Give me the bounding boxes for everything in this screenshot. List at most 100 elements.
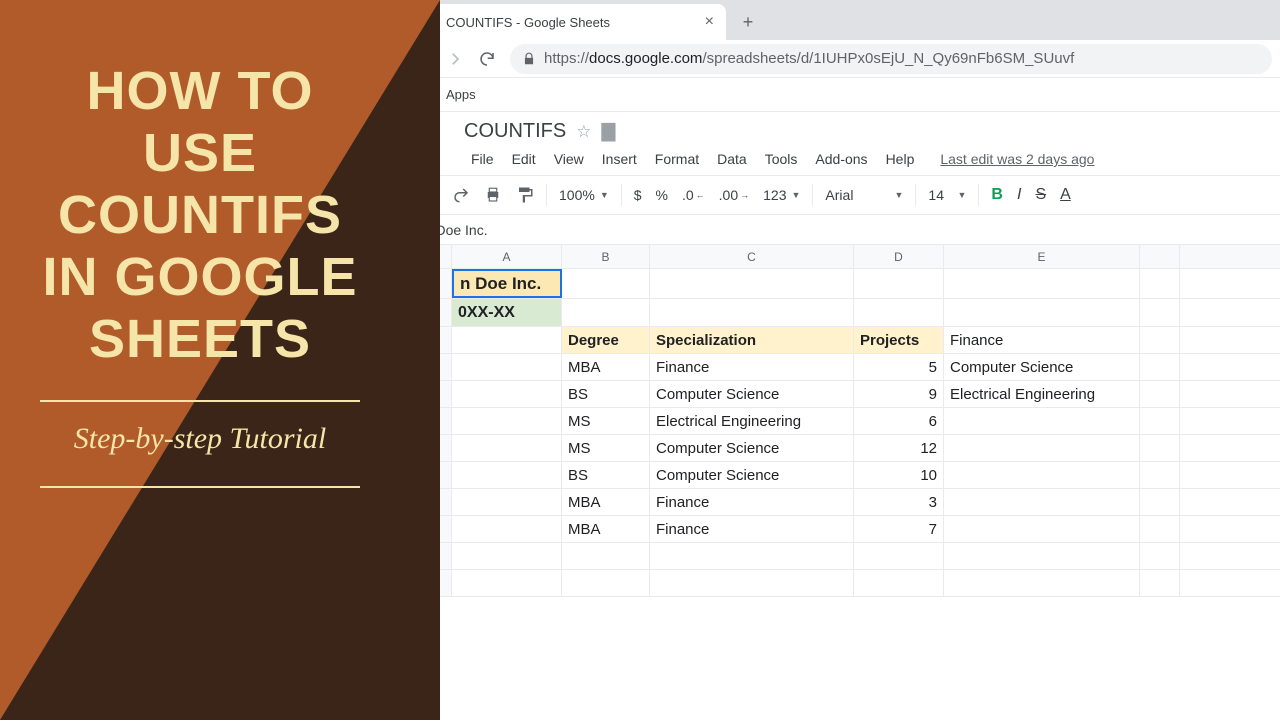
menu-addons[interactable]: Add-ons [808,147,874,171]
address-bar[interactable]: https://docs.google.com/spreadsheets/d/1… [510,44,1272,74]
cell[interactable] [452,462,562,488]
close-tab-icon[interactable]: × [705,13,714,31]
cell[interactable]: MBA [562,489,650,515]
menu-data[interactable]: Data [710,147,754,171]
col-header-f[interactable] [1140,245,1180,268]
cell[interactable] [854,570,944,596]
cell[interactable]: 9 [854,381,944,407]
bold-button[interactable]: B [985,182,1009,208]
text-color-button[interactable]: A [1054,182,1077,208]
cell[interactable]: 6 [854,408,944,434]
cell[interactable] [944,269,1140,298]
cell[interactable]: Finance [650,354,854,380]
cell[interactable]: Specialization [650,327,854,353]
new-tab-button[interactable]: + [734,8,762,36]
increase-decimal-button[interactable]: .00→ [713,183,755,207]
cell[interactable]: Degree [562,327,650,353]
star-icon[interactable]: ☆ [576,122,591,142]
cell[interactable] [562,543,650,569]
menu-insert[interactable]: Insert [595,147,644,171]
cell[interactable]: Finance [650,489,854,515]
cell[interactable] [854,269,944,298]
last-edit-link[interactable]: Last edit was 2 days ago [933,147,1101,171]
menu-help[interactable]: Help [879,147,922,171]
font-dropdown[interactable]: Arial▼ [819,183,909,207]
paint-format-button[interactable] [510,182,540,208]
cell[interactable]: MBA [562,516,650,542]
cell[interactable] [650,299,854,326]
bookmark-apps[interactable]: Apps [446,87,476,102]
menu-file[interactable]: File [464,147,501,171]
cell[interactable] [944,489,1140,515]
browser-tab[interactable]: COUNTIFS - Google Sheets × [410,4,726,40]
cell[interactable] [1140,435,1180,461]
document-title[interactable]: COUNTIFS [464,120,566,143]
folder-icon[interactable]: ▇ [601,121,615,142]
print-button[interactable] [478,182,508,208]
decrease-decimal-button[interactable]: .0← [676,183,711,207]
reload-button[interactable] [478,50,496,68]
cell[interactable] [562,570,650,596]
cell[interactable] [452,516,562,542]
col-header-a[interactable]: A [452,245,562,268]
spreadsheet-grid[interactable]: A B C D E n Doe Inc. 0XX-XX [406,245,1280,597]
cell[interactable] [1140,408,1180,434]
cell[interactable] [854,543,944,569]
cell[interactable] [1140,269,1180,298]
cell[interactable] [452,543,562,569]
cell[interactable]: 10 [854,462,944,488]
cell[interactable] [1140,327,1180,353]
formula-bar[interactable]: hn Doe Inc. [406,215,1280,245]
cell[interactable] [452,489,562,515]
cell[interactable] [944,435,1140,461]
menu-edit[interactable]: Edit [505,147,543,171]
cell[interactable]: Computer Science [650,381,854,407]
cell[interactable] [562,299,650,326]
cell[interactable] [452,354,562,380]
menu-format[interactable]: Format [648,147,706,171]
zoom-dropdown[interactable]: 100%▼ [553,183,615,207]
cell[interactable] [944,543,1140,569]
cell[interactable] [650,543,854,569]
cell[interactable] [854,299,944,326]
menu-view[interactable]: View [547,147,591,171]
redo-button[interactable] [446,182,476,208]
cell[interactable]: n Doe Inc. [452,269,562,298]
italic-button[interactable]: I [1011,182,1027,208]
cell[interactable]: Projects [854,327,944,353]
cell[interactable] [1140,299,1180,326]
cell[interactable]: MS [562,435,650,461]
cell[interactable] [650,269,854,298]
cell[interactable]: Finance [650,516,854,542]
cell[interactable]: 5 [854,354,944,380]
col-header-d[interactable]: D [854,245,944,268]
cell[interactable] [1140,354,1180,380]
col-header-b[interactable]: B [562,245,650,268]
currency-button[interactable]: $ [628,183,648,207]
strikethrough-button[interactable]: S [1029,182,1052,208]
cell[interactable]: Electrical Engineering [944,381,1140,407]
cell[interactable]: Computer Science [650,435,854,461]
cell[interactable] [1140,570,1180,596]
cell[interactable]: Computer Science [650,462,854,488]
cell[interactable]: 3 [854,489,944,515]
cell[interactable] [1140,381,1180,407]
cell[interactable] [1140,489,1180,515]
cell[interactable]: Electrical Engineering [650,408,854,434]
cell[interactable]: MS [562,408,650,434]
percent-button[interactable]: % [650,183,674,207]
cell[interactable]: Computer Science [944,354,1140,380]
cell[interactable] [452,381,562,407]
cell[interactable] [944,516,1140,542]
cell[interactable] [944,462,1140,488]
cell[interactable]: 12 [854,435,944,461]
cell[interactable] [452,327,562,353]
cell[interactable] [1140,543,1180,569]
menu-tools[interactable]: Tools [758,147,805,171]
cell[interactable] [650,570,854,596]
cell[interactable]: BS [562,381,650,407]
forward-button[interactable] [446,50,464,68]
cell[interactable] [944,570,1140,596]
cell[interactable]: MBA [562,354,650,380]
cell[interactable] [452,408,562,434]
